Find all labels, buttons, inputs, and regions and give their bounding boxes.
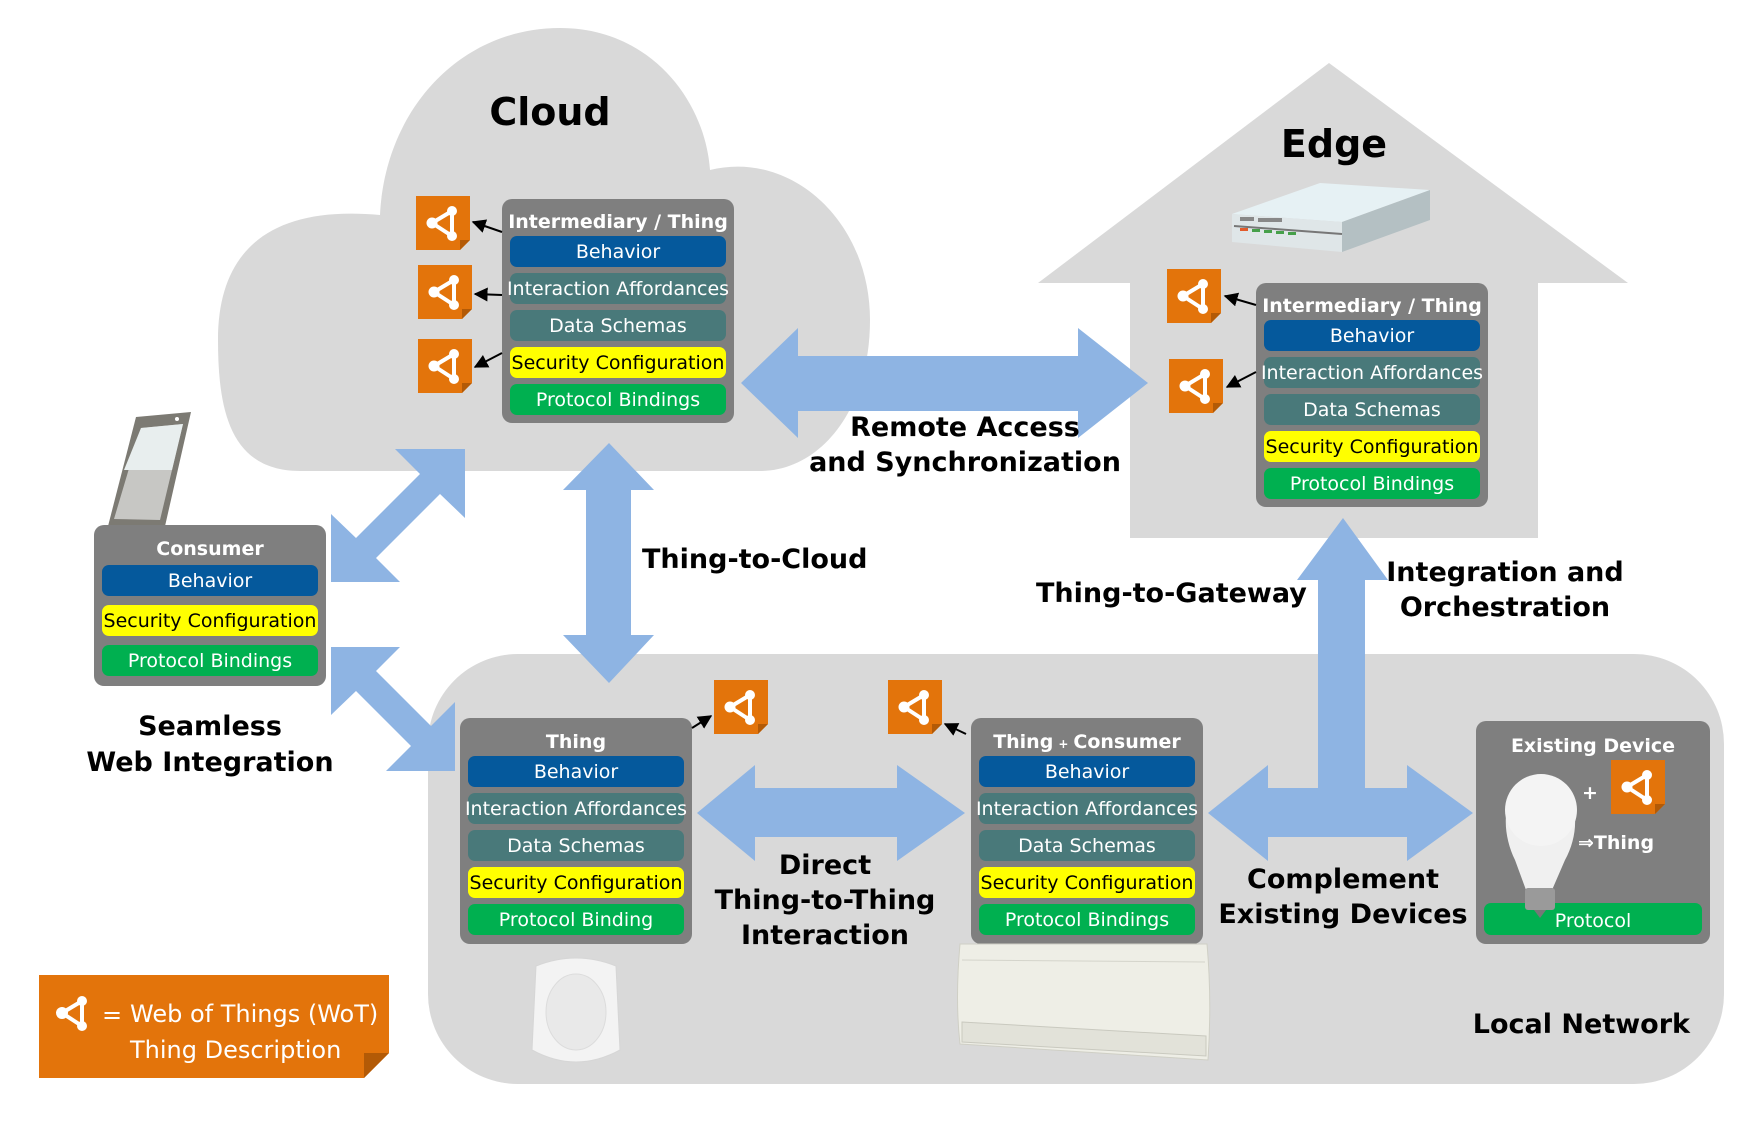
td-share-icon <box>888 680 942 734</box>
protocol-label: Protocol Bindings <box>128 650 292 672</box>
td-share-icon <box>714 680 768 734</box>
schemas-label: Data Schemas <box>1303 399 1441 421</box>
schemas-label: Data Schemas <box>507 835 645 857</box>
affordances-label: Interaction Affordances <box>465 798 687 820</box>
integration-label-2: Orchestration <box>1400 592 1610 623</box>
td-share-icon <box>416 196 470 250</box>
complement-label-1: Complement <box>1247 864 1439 895</box>
complement-label-2: Existing Devices <box>1218 899 1467 930</box>
thing-box: Thing Behavior Interaction Affordances D… <box>460 718 692 944</box>
protocol-label: Protocol Bindings <box>1005 909 1169 931</box>
security-label: Security Configuration <box>512 352 725 374</box>
cloud-intermediary-box: Intermediary / Thing Behavior Interactio… <box>502 199 734 423</box>
security-label: Security Configuration <box>470 872 683 894</box>
behavior-label: Behavior <box>534 761 619 783</box>
seamless-label-1: Seamless <box>138 711 282 742</box>
thing-to-gateway-label: Thing-to-Gateway <box>1036 578 1307 609</box>
existing-device-box: Existing Device Protocol + ⇒Thing <box>1476 721 1710 944</box>
remote-access-label-1: Remote Access <box>850 412 1080 443</box>
protocol-label: Protocol Bindings <box>1290 473 1454 495</box>
td-share-icon <box>418 265 472 319</box>
air-conditioner-image <box>957 943 1211 1061</box>
behavior-label: Behavior <box>576 241 661 263</box>
box-title: Existing Device <box>1511 735 1675 757</box>
box-title: Intermediary / Thing <box>508 211 728 233</box>
behavior-label: Behavior <box>168 570 253 592</box>
local-network-title: Local Network <box>1473 1009 1691 1040</box>
legend: = Web of Things (WoT) Thing Description <box>39 975 389 1078</box>
edge-title: Edge <box>1281 122 1387 166</box>
box-title: Intermediary / Thing <box>1262 295 1482 317</box>
td-share-icon <box>1167 269 1221 323</box>
thing-to-cloud-label: Thing-to-Cloud <box>642 544 867 575</box>
result-thing-label: ⇒Thing <box>1578 832 1654 854</box>
direct-label-3: Interaction <box>741 920 909 951</box>
affordances-label: Interaction Affordances <box>507 278 729 300</box>
motion-sensor-image <box>531 957 621 1063</box>
consumer-box: Consumer Behavior Security Configuration… <box>94 525 326 686</box>
thing-to-cloud-arrow <box>563 443 654 683</box>
plus-sign: + <box>1582 782 1598 804</box>
td-share-icon <box>418 339 472 393</box>
legend-equals: = <box>102 1001 122 1029</box>
wot-architecture-diagram: Cloud Edge Local Network Remote Access a… <box>39 28 1724 1084</box>
protocol-label: Protocol Bindings <box>536 389 700 411</box>
edge-intermediary-box: Intermediary / Thing Behavior Interactio… <box>1256 283 1488 507</box>
direct-label-1: Direct <box>779 850 871 881</box>
affordances-label: Interaction Affordances <box>976 798 1198 820</box>
legend-line-1: Web of Things (WoT) <box>130 1000 378 1028</box>
behavior-label: Behavior <box>1045 761 1130 783</box>
seamless-label-2: Web Integration <box>86 747 333 778</box>
thing-consumer-box: Thing + Consumer Behavior Interaction Affo… <box>971 718 1203 944</box>
direct-label-2: Thing-to-Thing <box>715 885 936 916</box>
protocol-label: Protocol <box>1555 910 1632 932</box>
security-label: Security Configuration <box>981 872 1194 894</box>
box-title: Thing + Consumer <box>993 731 1181 753</box>
td-share-icon <box>1169 359 1223 413</box>
security-label: Security Configuration <box>104 610 317 632</box>
box-title: Consumer <box>156 538 264 560</box>
behavior-label: Behavior <box>1330 325 1415 347</box>
tablet-device-image <box>106 412 191 535</box>
schemas-label: Data Schemas <box>1018 835 1156 857</box>
security-label: Security Configuration <box>1266 436 1479 458</box>
legend-line-2: Thing Description <box>129 1036 341 1064</box>
integration-label-1: Integration and <box>1386 557 1623 588</box>
affordances-label: Interaction Affordances <box>1261 362 1483 384</box>
schemas-label: Data Schemas <box>549 315 687 337</box>
td-share-icon <box>1611 760 1665 814</box>
cloud-title: Cloud <box>489 90 610 134</box>
remote-access-label-2: and Synchronization <box>809 447 1121 478</box>
protocol-label: Protocol Binding <box>499 909 653 931</box>
box-title: Thing <box>546 731 606 753</box>
